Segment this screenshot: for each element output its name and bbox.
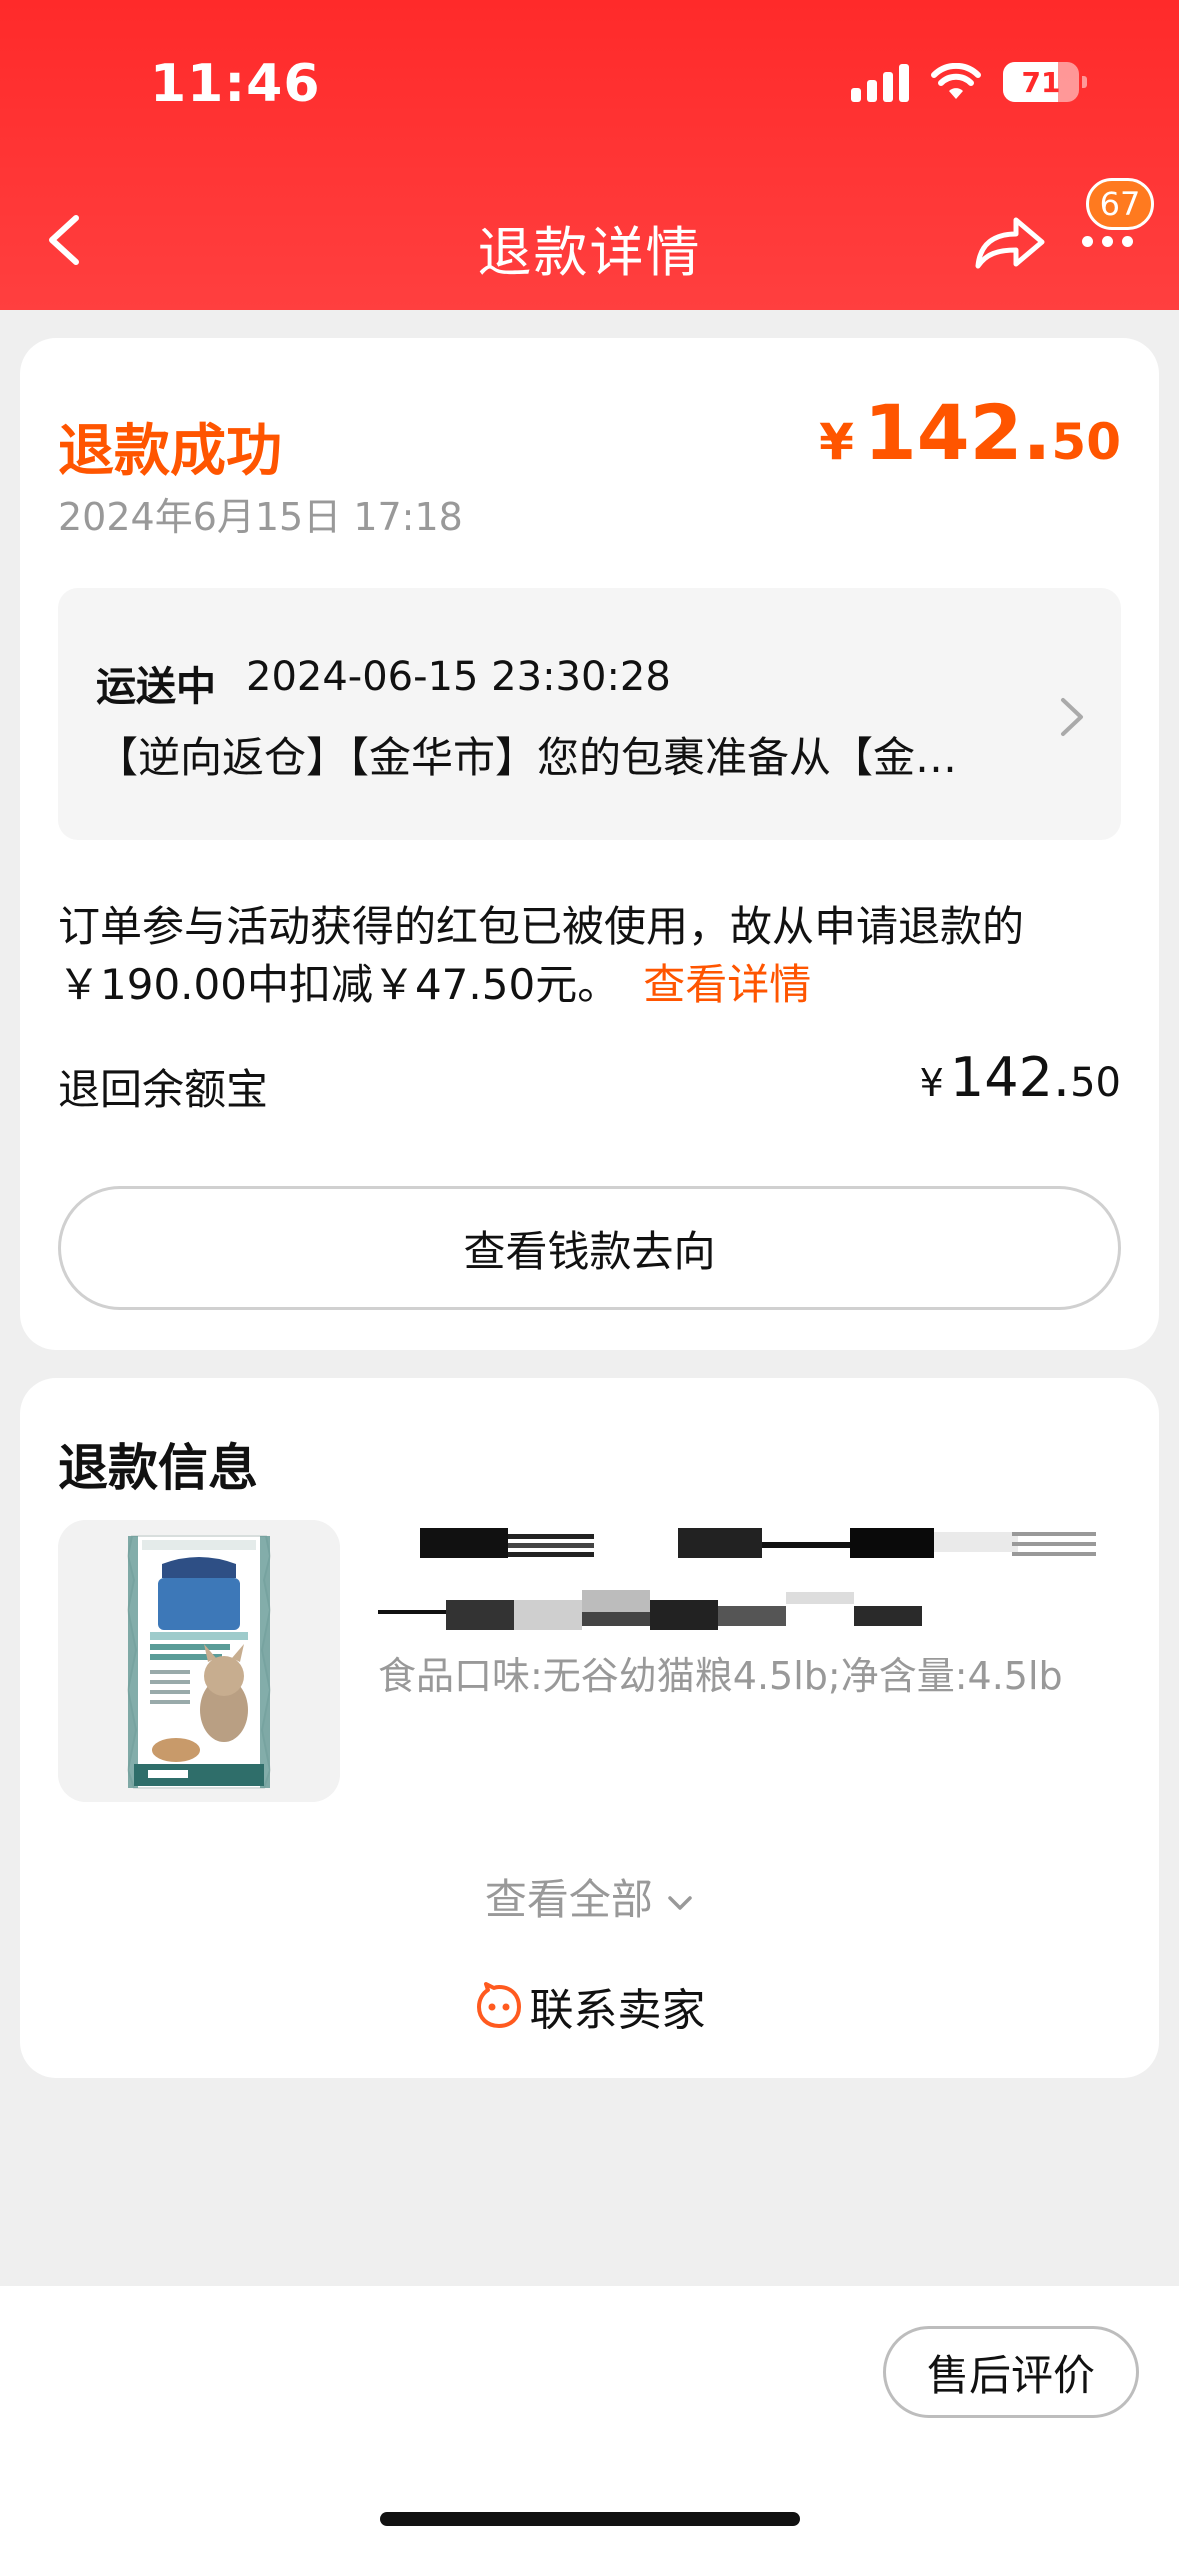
notice-text: 订单参与活动获得的红包已被使用，故从申请退款的￥190.00中扣减￥47.50元… xyxy=(58,902,1025,1009)
after-sale-review-button[interactable]: 售后评价 xyxy=(883,2326,1139,2418)
refund-destination-amount: ¥ 142. 50 xyxy=(920,1046,1121,1109)
refund-status: 退款成功 xyxy=(58,419,282,484)
share-icon[interactable] xyxy=(972,210,1048,274)
battery-icon: 71 xyxy=(1003,62,1087,102)
logistics-time: 2024-06-15 23:30:28 xyxy=(246,654,671,700)
refund-amount-decimal: 50 xyxy=(1051,413,1121,471)
status-time: 11:46 xyxy=(150,54,321,114)
chevron-down-icon xyxy=(668,1895,692,1910)
product-image[interactable] xyxy=(58,1520,340,1802)
view-details-link[interactable]: 查看详情 xyxy=(643,960,811,1009)
message-badge: 67 xyxy=(1086,178,1154,230)
view-all-label: 查看全部 xyxy=(484,1875,653,1924)
wifi-icon xyxy=(931,63,981,99)
destination-amount-integer: 142. xyxy=(949,1046,1071,1109)
battery-level: 71 xyxy=(1021,65,1061,99)
contact-seller-label: 联系卖家 xyxy=(529,1985,706,2036)
cat-food-bag-image xyxy=(58,1520,340,1802)
view-all-button[interactable]: 查看全部 xyxy=(20,1866,1159,1927)
refund-amount-integer: 142. xyxy=(863,388,1052,477)
refund-info-card: 退款信息 食品口味:无谷幼猫粮4.5lb;净含量:4.5lb 查看全部 联系卖家 xyxy=(20,1378,1159,2078)
track-refund-button[interactable]: 查看钱款去向 xyxy=(58,1186,1121,1310)
deduction-notice: 订单参与活动获得的红包已被使用，故从申请退款的￥190.00中扣减￥47.50元… xyxy=(58,898,1128,1014)
destination-amount-currency: ¥ xyxy=(919,1061,944,1105)
chevron-right-icon xyxy=(1061,698,1083,736)
bottom-bar: 售后评价 xyxy=(0,2286,1179,2556)
more-icon[interactable] xyxy=(1082,236,1133,247)
logistics-panel[interactable]: 运送中 2024-06-15 23:30:28 【逆向返仓】【金华市】您的包裹准… xyxy=(58,588,1121,840)
logistics-text: 【逆向返仓】【金华市】您的包裹准备从【金… xyxy=(96,733,958,782)
refund-info-title: 退款信息 xyxy=(58,1439,258,1497)
refund-destination-label: 退回余额宝 xyxy=(58,1065,269,1114)
refund-date: 2024年6月15日 17:18 xyxy=(58,495,463,539)
status-icons: 71 xyxy=(851,62,1087,102)
seller-chat-icon xyxy=(476,1982,521,2028)
destination-amount-decimal: 50 xyxy=(1070,1060,1121,1106)
redacted-product-title xyxy=(378,1528,1096,1630)
refund-amount: ¥ 142. 50 xyxy=(819,388,1121,477)
product-spec: 食品口味:无谷幼猫粮4.5lb;净含量:4.5lb xyxy=(378,1654,1063,1698)
refund-amount-currency: ¥ xyxy=(819,413,854,471)
contact-seller-button[interactable]: 联系卖家 xyxy=(20,1974,1159,2038)
app-header: 11:46 71 退款详情 67 xyxy=(0,0,1179,310)
signal-icon xyxy=(851,62,909,102)
refund-status-card: 退款成功 2024年6月15日 17:18 ¥ 142. 50 运送中 2024… xyxy=(20,338,1159,1350)
home-indicator xyxy=(380,2512,800,2526)
logistics-status: 运送中 xyxy=(96,664,216,710)
